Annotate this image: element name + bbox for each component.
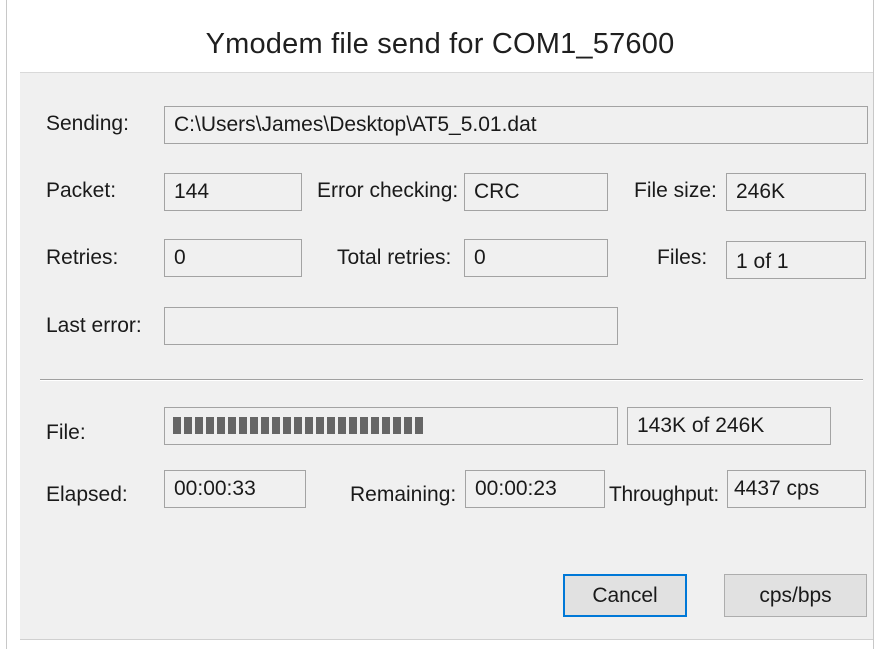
progress-segment: [261, 417, 269, 434]
window-title: Ymodem file send for COM1_57600: [205, 28, 675, 60]
progress-segment: [338, 417, 346, 434]
retries-field: 0: [164, 239, 302, 277]
retries-label: Retries:: [46, 246, 119, 269]
file-progress-text: 143K of 246K: [627, 407, 831, 445]
progress-segment: [415, 417, 423, 434]
progress-segment: [393, 417, 401, 434]
last-error-label: Last error:: [46, 314, 142, 337]
file-progress-fill: [173, 417, 617, 434]
progress-segment: [272, 417, 280, 434]
total-retries-label: Total retries:: [337, 246, 452, 269]
packet-label: Packet:: [46, 179, 117, 202]
cps-bps-button[interactable]: cps/bps: [724, 574, 867, 617]
last-error-field: [164, 307, 618, 345]
ymodem-dialog: Ymodem file send for COM1_57600 Sending:…: [6, 0, 874, 649]
file-progress-bar: [164, 407, 618, 445]
files-field: 1 of 1: [726, 241, 866, 279]
total-retries-field: 0: [464, 239, 608, 277]
progress-segment: [173, 417, 181, 434]
progress-segment: [371, 417, 379, 434]
progress-segment: [349, 417, 357, 434]
elapsed-label: Elapsed:: [46, 483, 128, 506]
file-size-label: File size:: [634, 179, 717, 202]
cancel-button[interactable]: Cancel: [563, 574, 687, 617]
progress-segment: [382, 417, 390, 434]
throughput-label: Throughput:: [609, 483, 719, 506]
progress-segment: [217, 417, 225, 434]
sending-label: Sending:: [46, 112, 129, 135]
remaining-label: Remaining:: [350, 483, 457, 506]
elapsed-field: 00:00:33: [164, 470, 306, 508]
progress-segment: [283, 417, 291, 434]
progress-segment: [228, 417, 236, 434]
progress-segment: [327, 417, 335, 434]
error-checking-field: CRC: [464, 173, 608, 211]
progress-segment: [195, 417, 203, 434]
error-checking-label: Error checking:: [317, 179, 459, 202]
progress-segment: [206, 417, 214, 434]
separator-line: [40, 379, 863, 381]
file-progress-label: File:: [46, 421, 86, 444]
progress-segment: [184, 417, 192, 434]
progress-segment: [360, 417, 368, 434]
remaining-field: 00:00:23: [465, 470, 605, 508]
files-label: Files:: [657, 246, 708, 269]
dialog-client-area: Sending: C:\Users\James\Desktop\AT5_5.01…: [20, 72, 873, 640]
progress-segment: [294, 417, 302, 434]
packet-field: 144: [164, 173, 302, 211]
progress-segment: [239, 417, 247, 434]
progress-segment: [305, 417, 313, 434]
progress-segment: [404, 417, 412, 434]
throughput-field: 4437 cps: [727, 470, 866, 508]
sending-field: C:\Users\James\Desktop\AT5_5.01.dat: [164, 106, 868, 144]
progress-segment: [250, 417, 258, 434]
file-size-field: 246K: [726, 173, 866, 211]
progress-segment: [316, 417, 324, 434]
